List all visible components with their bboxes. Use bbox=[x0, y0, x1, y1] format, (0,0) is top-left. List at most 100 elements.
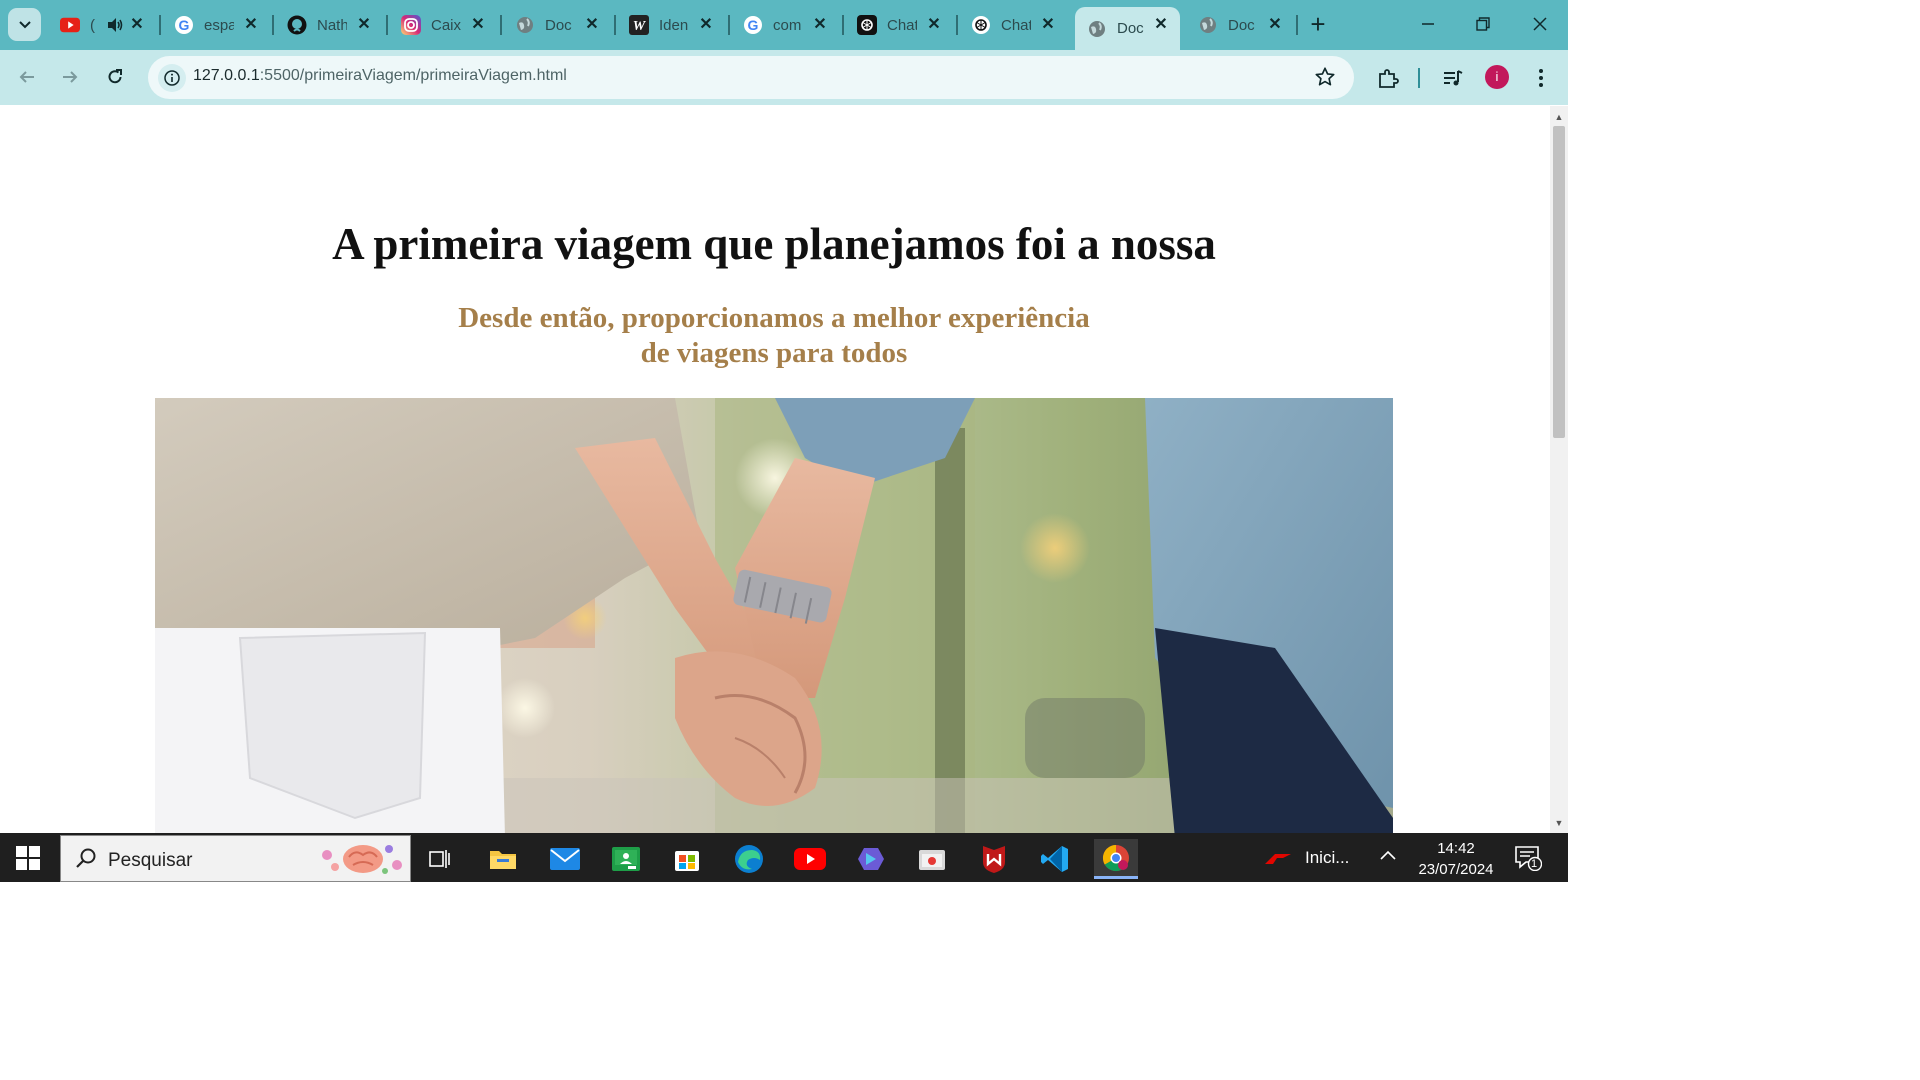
system-tray-chevron-icon[interactable] bbox=[1378, 847, 1400, 867]
edge-button[interactable] bbox=[727, 839, 771, 879]
tab-divider bbox=[272, 15, 274, 35]
chatgpt-icon bbox=[857, 15, 877, 35]
close-window-button[interactable] bbox=[1528, 12, 1552, 36]
address-bar[interactable]: 127.0.0.1:5500/primeiraViagem/primeiraVi… bbox=[148, 56, 1354, 99]
windows-taskbar: Pesquisar Inici... 14:42 23/07/2024 1 bbox=[0, 833, 1568, 882]
google-icon: G bbox=[743, 15, 763, 35]
microsoft-store-icon bbox=[675, 851, 699, 871]
microsoft-store-button[interactable] bbox=[665, 839, 709, 879]
task-view-button[interactable] bbox=[418, 839, 462, 879]
instagram-icon bbox=[401, 15, 421, 35]
vscode-button[interactable] bbox=[1033, 839, 1077, 879]
reload-button[interactable] bbox=[102, 64, 128, 90]
scroll-down-icon[interactable]: ▼ bbox=[1554, 818, 1564, 828]
news-widget[interactable]: Inici... bbox=[1263, 848, 1349, 869]
tab-divider bbox=[1296, 15, 1298, 35]
subhead-line2-bold: viagens para todos bbox=[676, 337, 908, 369]
search-highlight-brain-icon bbox=[319, 839, 407, 884]
tab-title: Chat bbox=[887, 16, 917, 34]
tab-title: com bbox=[773, 16, 802, 34]
profile-avatar[interactable]: i bbox=[1485, 65, 1509, 89]
mail-icon bbox=[550, 848, 580, 870]
info-icon bbox=[164, 70, 180, 86]
tab-instagram[interactable]: Caix ✕ bbox=[389, 7, 497, 43]
tab-chatgpt[interactable]: Chat ✕ bbox=[845, 7, 953, 43]
tab-doc-2[interactable]: Doc ✕ bbox=[1186, 7, 1294, 43]
news-text: Inici... bbox=[1305, 848, 1350, 867]
media-queue-icon bbox=[1444, 70, 1463, 86]
tab-chatgpt-2[interactable]: Chat ✕ bbox=[959, 7, 1067, 43]
classroom-button[interactable] bbox=[604, 839, 648, 879]
bookmark-star-icon[interactable] bbox=[1314, 66, 1338, 90]
youtube-icon bbox=[60, 15, 80, 35]
close-icon[interactable]: ✕ bbox=[811, 16, 829, 34]
scroll-up-icon[interactable]: ▲ bbox=[1554, 112, 1564, 122]
close-icon[interactable]: ✕ bbox=[583, 16, 601, 34]
tab-title: Doc bbox=[1117, 20, 1144, 37]
f1-logo-icon bbox=[1263, 849, 1293, 869]
tab-google[interactable]: G espa ✕ bbox=[162, 7, 270, 43]
tab-divider bbox=[956, 15, 958, 35]
taskbar-clock[interactable]: 14:42 23/07/2024 bbox=[1410, 838, 1502, 880]
globe-icon bbox=[515, 15, 535, 35]
url-path: :5500/primeiraViagem/primeiraViagem.html bbox=[259, 67, 567, 84]
close-icon[interactable]: ✕ bbox=[1039, 16, 1057, 34]
notification-icon bbox=[1515, 846, 1543, 872]
subhead-line1: Desde então, proporcionamos a melhor exp… bbox=[458, 302, 1090, 334]
close-icon[interactable]: ✕ bbox=[1266, 16, 1284, 34]
tab-title: Doc bbox=[545, 16, 572, 34]
taskbar-search-box[interactable]: Pesquisar bbox=[60, 835, 411, 882]
youtube-icon bbox=[794, 848, 826, 870]
copilot-icon bbox=[858, 848, 884, 870]
menu-button[interactable] bbox=[1528, 65, 1554, 91]
reload-icon bbox=[108, 69, 122, 84]
tab-search-button[interactable] bbox=[8, 8, 41, 41]
media-control-button[interactable] bbox=[1440, 65, 1466, 91]
globe-icon bbox=[1198, 15, 1218, 35]
chrome-button[interactable] bbox=[1094, 839, 1138, 879]
search-icon bbox=[75, 847, 97, 874]
kebab-menu-icon bbox=[1539, 69, 1543, 87]
google-icon: G bbox=[174, 15, 194, 35]
site-info-button[interactable] bbox=[158, 64, 186, 92]
tab-youtube[interactable]: ( ✕ bbox=[48, 7, 156, 43]
close-icon[interactable]: ✕ bbox=[1152, 16, 1170, 34]
close-icon[interactable]: ✕ bbox=[469, 16, 487, 34]
new-tab-button[interactable]: + bbox=[1305, 11, 1331, 38]
close-icon[interactable]: ✕ bbox=[242, 16, 260, 34]
close-icon[interactable]: ✕ bbox=[355, 16, 373, 34]
generic-app-button[interactable] bbox=[910, 839, 954, 879]
back-button[interactable] bbox=[14, 64, 40, 90]
close-icon[interactable]: ✕ bbox=[925, 16, 943, 34]
url-text[interactable]: 127.0.0.1:5500/primeiraViagem/primeiraVi… bbox=[193, 67, 567, 85]
tab-iden[interactable]: W Iden ✕ bbox=[617, 7, 725, 43]
subhead-line2-normal: de bbox=[640, 337, 677, 369]
close-icon[interactable]: ✕ bbox=[128, 16, 146, 34]
tab-github[interactable]: Nath ✕ bbox=[275, 7, 383, 43]
restore-icon bbox=[1476, 17, 1490, 31]
tab-divider bbox=[159, 15, 161, 35]
file-explorer-button[interactable] bbox=[481, 839, 525, 879]
scroll-thumb[interactable] bbox=[1553, 126, 1565, 438]
forward-button[interactable] bbox=[57, 64, 83, 90]
copilot-button[interactable] bbox=[849, 839, 893, 879]
youtube-app-button[interactable] bbox=[788, 839, 832, 879]
browser-toolbar: 127.0.0.1:5500/primeiraViagem/primeiraVi… bbox=[0, 50, 1568, 105]
close-icon[interactable]: ✕ bbox=[697, 16, 715, 34]
search-placeholder: Pesquisar bbox=[108, 850, 193, 871]
notification-center-button[interactable]: 1 bbox=[1514, 845, 1544, 873]
mail-button[interactable] bbox=[543, 839, 587, 879]
url-host: 127.0.0.1 bbox=[193, 67, 260, 84]
minimize-button[interactable] bbox=[1416, 12, 1440, 36]
github-icon bbox=[287, 15, 307, 35]
restore-button[interactable] bbox=[1471, 12, 1495, 36]
tab-doc[interactable]: Doc ✕ bbox=[503, 7, 611, 43]
speaker-icon[interactable] bbox=[106, 17, 124, 33]
vertical-scrollbar[interactable]: ▲ ▼ bbox=[1550, 106, 1568, 833]
windows-start-icon[interactable] bbox=[16, 846, 40, 870]
tab-google-search[interactable]: G com ✕ bbox=[731, 7, 839, 43]
tab-doc-active[interactable]: Doc ✕ bbox=[1075, 7, 1180, 50]
file-explorer-icon bbox=[490, 851, 516, 869]
extensions-button[interactable] bbox=[1375, 65, 1401, 91]
mcafee-button[interactable] bbox=[972, 839, 1016, 879]
